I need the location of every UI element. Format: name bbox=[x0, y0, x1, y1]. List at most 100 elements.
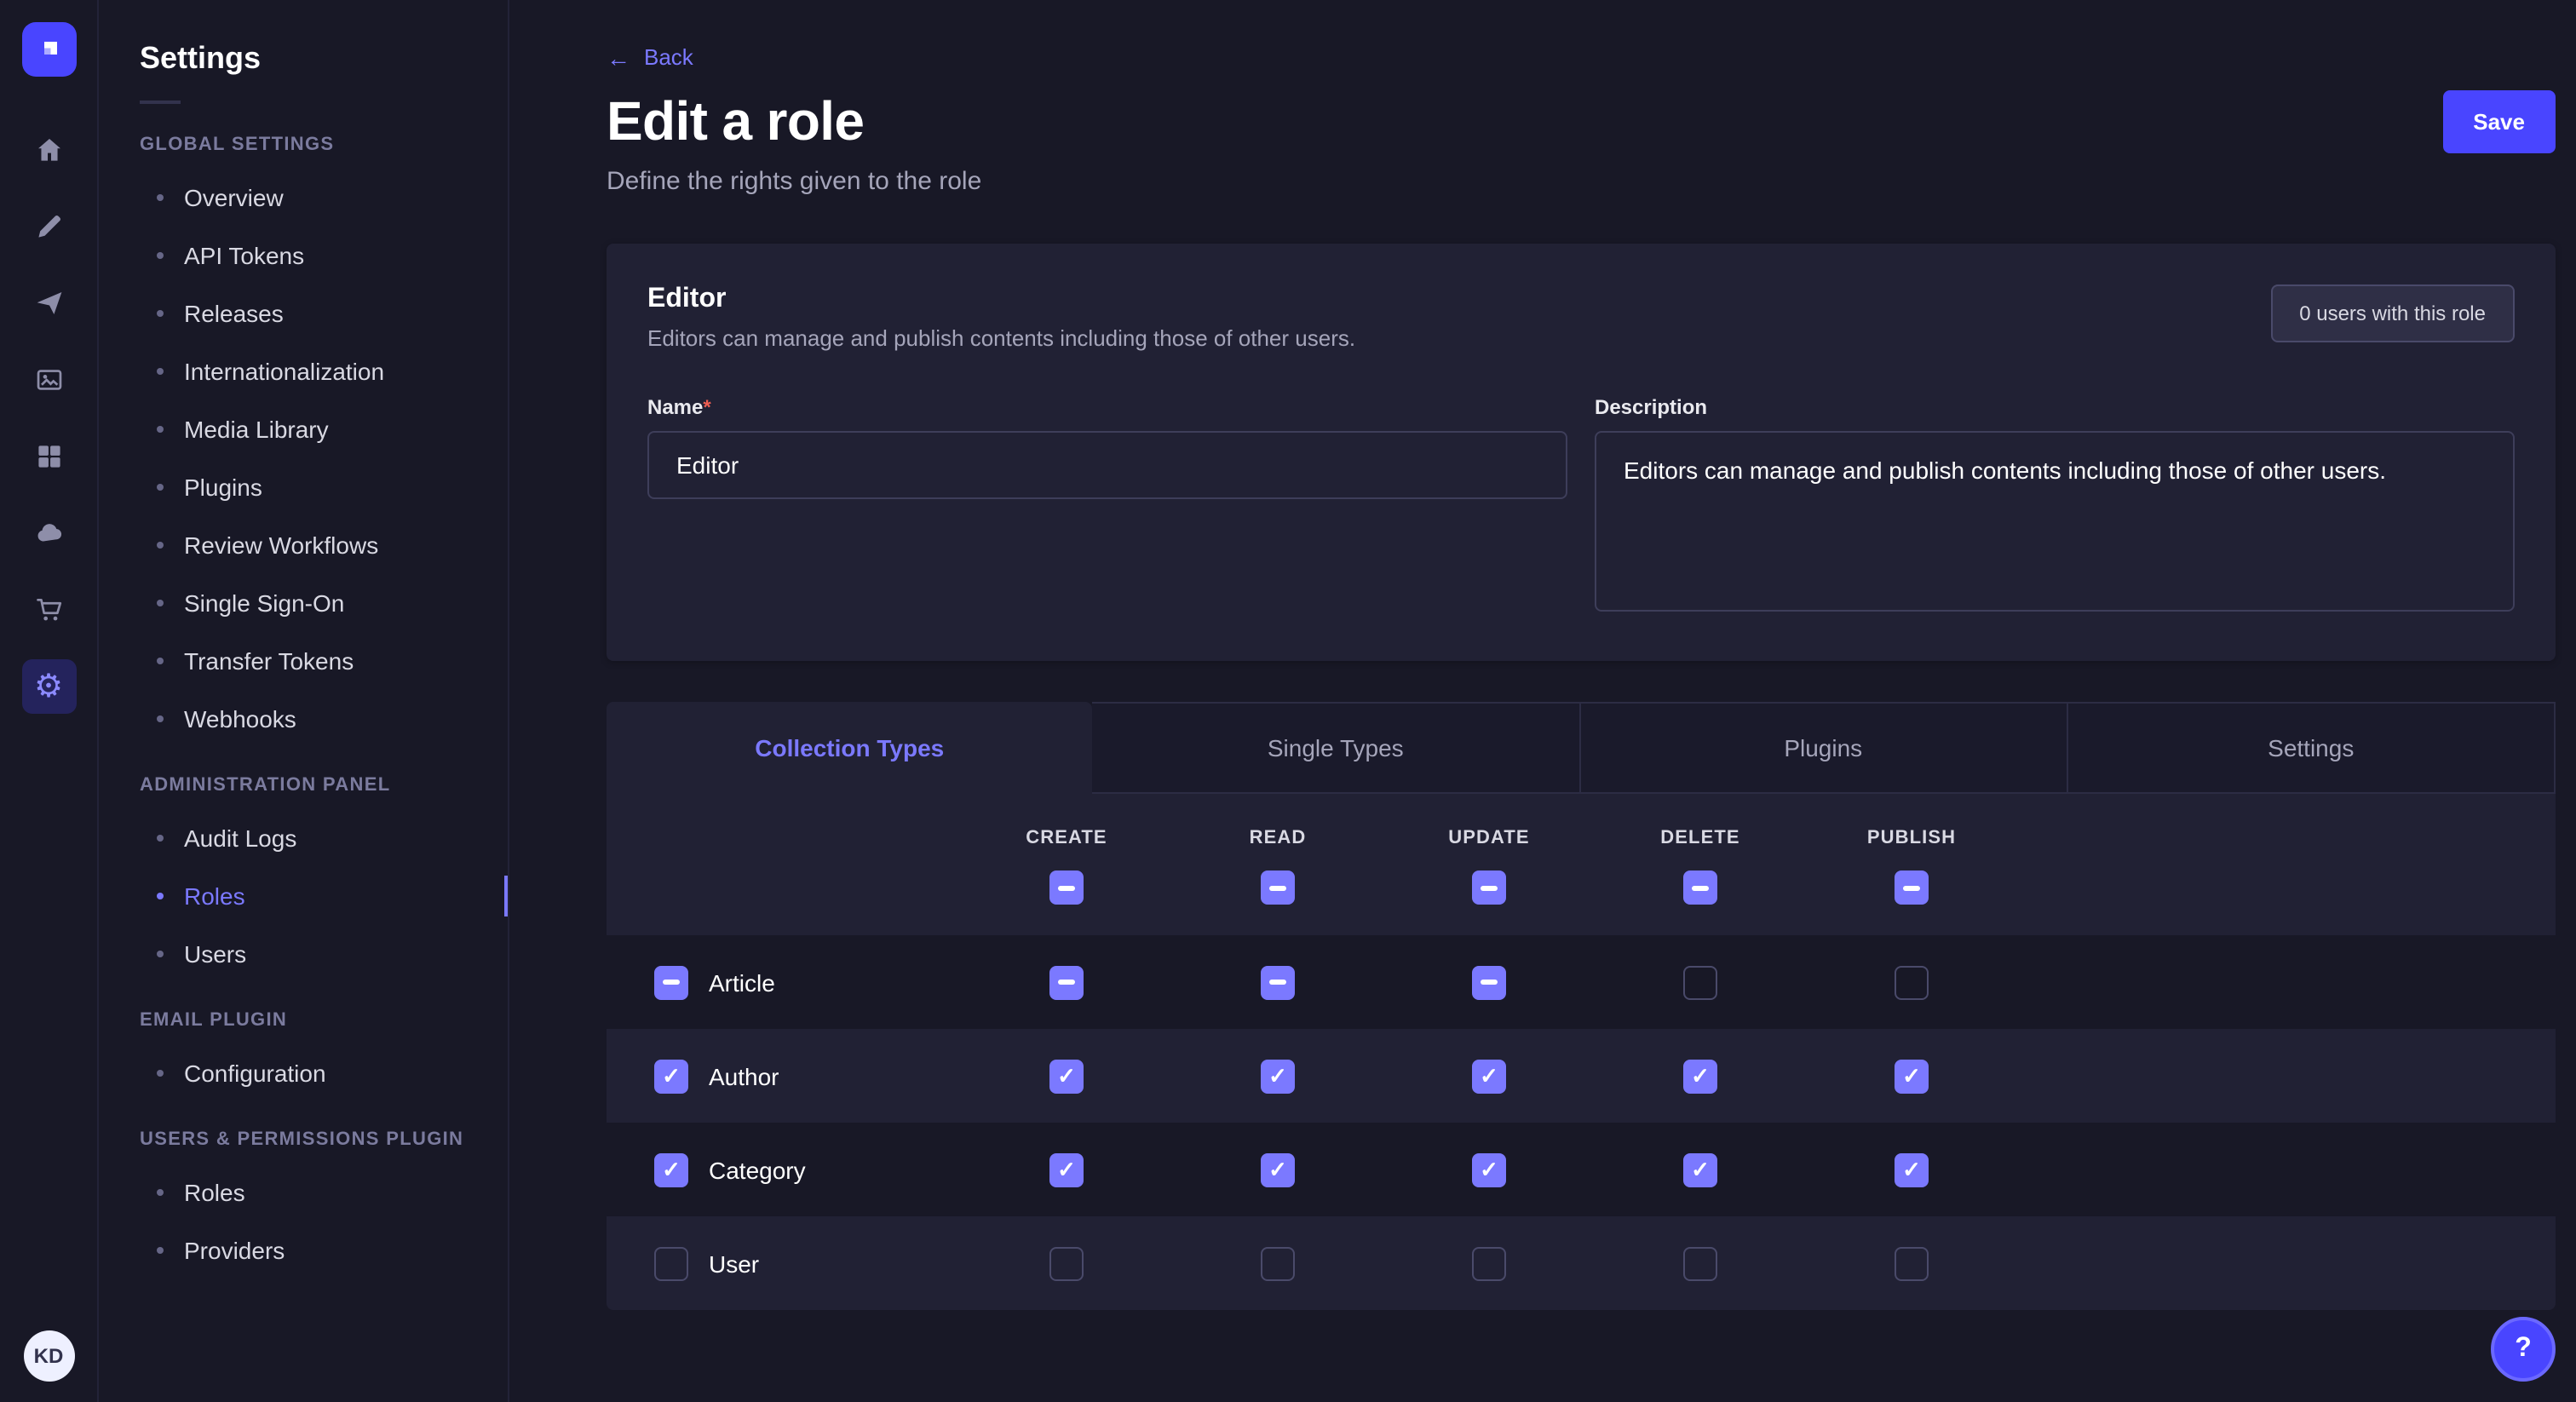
row-select-checkbox[interactable] bbox=[654, 1246, 688, 1280]
nav-item-settings[interactable]: ⚙ bbox=[21, 659, 76, 714]
bullet-icon bbox=[157, 368, 164, 375]
tab-single-types[interactable]: Single Types bbox=[1093, 702, 1581, 794]
nav-item-home[interactable] bbox=[21, 123, 76, 177]
read-checkbox[interactable] bbox=[1261, 1059, 1295, 1093]
main-content: ← Back Edit a role Save Define the right… bbox=[509, 0, 2576, 1402]
sidebar-item-label: Roles bbox=[184, 1179, 245, 1206]
delete-checkbox[interactable] bbox=[1683, 1152, 1717, 1187]
role-name-input[interactable] bbox=[647, 431, 1567, 499]
delete-checkbox[interactable] bbox=[1683, 1059, 1717, 1093]
delete-checkbox[interactable] bbox=[1683, 1246, 1717, 1280]
save-button[interactable]: Save bbox=[2442, 90, 2556, 153]
column-header-delete: DELETE bbox=[1660, 828, 1739, 848]
nav-item-content-manager[interactable] bbox=[21, 199, 76, 254]
role-description-textarea[interactable]: Editors can manage and publish contents … bbox=[1595, 431, 2515, 612]
nav-item-content-type-builder[interactable] bbox=[21, 429, 76, 484]
sidebar-item-label: Releases bbox=[184, 300, 284, 327]
strapi-logo[interactable] bbox=[21, 22, 76, 77]
sidebar-item-plugins[interactable]: Plugins bbox=[99, 458, 508, 516]
select-all-publish-checkbox[interactable] bbox=[1895, 871, 1929, 905]
delete-checkbox[interactable] bbox=[1683, 965, 1717, 999]
sidebar-item-webhooks[interactable]: Webhooks bbox=[99, 690, 508, 748]
sidebar-item-audit-logs[interactable]: Audit Logs bbox=[99, 809, 508, 867]
row-select-checkbox[interactable] bbox=[654, 1152, 688, 1187]
sidebar-item-label: Audit Logs bbox=[184, 825, 296, 852]
column-header-update: UPDATE bbox=[1448, 828, 1529, 848]
permission-row-user: User bbox=[607, 1216, 2556, 1310]
bullet-icon bbox=[157, 426, 164, 433]
publish-checkbox[interactable] bbox=[1895, 965, 1929, 999]
update-checkbox[interactable] bbox=[1472, 965, 1506, 999]
back-link[interactable]: ← Back bbox=[607, 44, 693, 70]
nav-item-marketplace[interactable] bbox=[21, 583, 76, 637]
role-name-heading: Editor bbox=[647, 284, 1355, 315]
sidebar-item-users[interactable]: Users bbox=[99, 925, 508, 983]
sidebar-item-label: Roles bbox=[184, 882, 245, 910]
select-all-update-checkbox[interactable] bbox=[1472, 871, 1506, 905]
section-label-global-settings: GLOBAL SETTINGS bbox=[99, 107, 508, 169]
update-checkbox[interactable] bbox=[1472, 1059, 1506, 1093]
sidebar-item-api-tokens[interactable]: API Tokens bbox=[99, 227, 508, 284]
bullet-icon bbox=[157, 835, 164, 842]
name-field-label: Name* bbox=[647, 395, 1567, 419]
sidebar-item-review-workflows[interactable]: Review Workflows bbox=[99, 516, 508, 574]
tab-settings[interactable]: Settings bbox=[2068, 702, 2556, 794]
publish-checkbox[interactable] bbox=[1895, 1246, 1929, 1280]
bullet-icon bbox=[157, 951, 164, 957]
sidebar-item-label: Overview bbox=[184, 184, 284, 211]
content-type-label: Author bbox=[709, 1062, 779, 1089]
sidebar-item-internationalization[interactable]: Internationalization bbox=[99, 342, 508, 400]
publish-checkbox[interactable] bbox=[1895, 1059, 1929, 1093]
select-all-create-checkbox[interactable] bbox=[1049, 871, 1084, 905]
settings-sidebar: Settings GLOBAL SETTINGS Overview API To… bbox=[99, 0, 509, 1402]
create-checkbox[interactable] bbox=[1049, 1152, 1084, 1187]
read-checkbox[interactable] bbox=[1261, 1246, 1295, 1280]
create-checkbox[interactable] bbox=[1049, 1059, 1084, 1093]
sidebar-item-label: Transfer Tokens bbox=[184, 647, 354, 675]
read-checkbox[interactable] bbox=[1261, 965, 1295, 999]
home-icon bbox=[33, 135, 64, 165]
sidebar-item-label: Configuration bbox=[184, 1060, 326, 1087]
back-arrow-icon: ← bbox=[607, 45, 630, 69]
nav-item-deployments[interactable] bbox=[21, 276, 76, 330]
update-checkbox[interactable] bbox=[1472, 1152, 1506, 1187]
read-checkbox[interactable] bbox=[1261, 1152, 1295, 1187]
tab-collection-types[interactable]: Collection Types bbox=[607, 702, 1093, 794]
row-select-checkbox[interactable] bbox=[654, 965, 688, 999]
select-all-read-checkbox[interactable] bbox=[1261, 871, 1295, 905]
app-root: ⚙ KD Settings GLOBAL SETTINGS Overview A… bbox=[0, 0, 2576, 1402]
nav-item-cloud[interactable] bbox=[21, 506, 76, 560]
permissions-header-row: CREATE READ UPDATE DELETE PUBLISH bbox=[607, 794, 2556, 935]
nav-item-media-library[interactable] bbox=[21, 353, 76, 407]
sidebar-item-up-providers[interactable]: Providers bbox=[99, 1221, 508, 1279]
sidebar-divider bbox=[140, 101, 181, 104]
sidebar-item-roles[interactable]: Roles bbox=[99, 867, 508, 925]
create-checkbox[interactable] bbox=[1049, 1246, 1084, 1280]
page-title: Edit a role bbox=[607, 90, 864, 153]
sidebar-item-up-roles[interactable]: Roles bbox=[99, 1164, 508, 1221]
content-type-label: Article bbox=[709, 968, 775, 996]
sidebar-item-configuration[interactable]: Configuration bbox=[99, 1044, 508, 1102]
required-asterisk: * bbox=[703, 395, 710, 419]
create-checkbox[interactable] bbox=[1049, 965, 1084, 999]
sidebar-item-single-sign-on[interactable]: Single Sign-On bbox=[99, 574, 508, 632]
help-button[interactable]: ? bbox=[2491, 1317, 2556, 1382]
sidebar-item-label: API Tokens bbox=[184, 242, 304, 269]
role-details-card: Editor Editors can manage and publish co… bbox=[607, 244, 2556, 661]
update-checkbox[interactable] bbox=[1472, 1246, 1506, 1280]
publish-checkbox[interactable] bbox=[1895, 1152, 1929, 1187]
sidebar-item-overview[interactable]: Overview bbox=[99, 169, 508, 227]
select-all-delete-checkbox[interactable] bbox=[1683, 871, 1717, 905]
sidebar-item-releases[interactable]: Releases bbox=[99, 284, 508, 342]
users-with-role-badge[interactable]: 0 users with this role bbox=[2270, 284, 2515, 342]
tab-plugins[interactable]: Plugins bbox=[1580, 702, 2068, 794]
bullet-icon bbox=[157, 893, 164, 899]
sidebar-item-media-library[interactable]: Media Library bbox=[99, 400, 508, 458]
sidebar-item-transfer-tokens[interactable]: Transfer Tokens bbox=[99, 632, 508, 690]
column-header-read: READ bbox=[1250, 828, 1307, 848]
description-field-label: Description bbox=[1595, 395, 2515, 419]
user-avatar[interactable]: KD bbox=[23, 1330, 74, 1382]
bullet-icon bbox=[157, 1189, 164, 1196]
permissions-card: Collection Types Single Types Plugins Se… bbox=[607, 702, 2556, 1310]
row-select-checkbox[interactable] bbox=[654, 1059, 688, 1093]
